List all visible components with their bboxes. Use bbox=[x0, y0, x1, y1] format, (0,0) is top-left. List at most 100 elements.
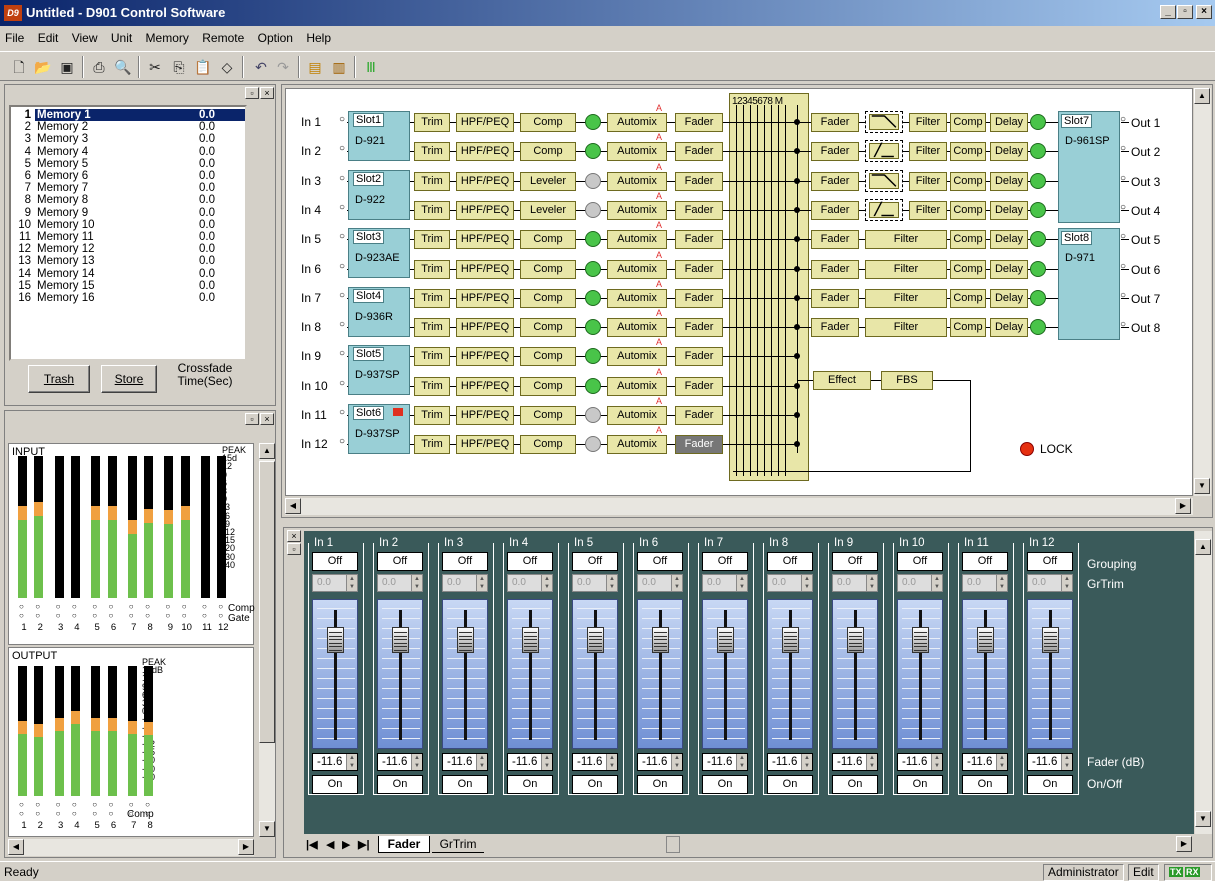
lock-led-icon[interactable] bbox=[1020, 442, 1034, 456]
output-fader-block[interactable]: Fader bbox=[811, 288, 859, 308]
grouping-button[interactable]: Off bbox=[572, 552, 618, 571]
lowpass-icon[interactable]: ⎺╲ bbox=[869, 172, 899, 189]
output-fader-block[interactable]: Fader bbox=[811, 113, 859, 132]
fader-db-spinbox[interactable]: -11.6 ▲ ▼ bbox=[962, 753, 1008, 771]
automix-block[interactable]: Automix bbox=[607, 318, 667, 338]
grtrim-spinbox[interactable]: 0.0 ▲ ▼ bbox=[377, 574, 423, 592]
scroll-right-icon[interactable]: ▶ bbox=[238, 839, 254, 855]
comp-block[interactable]: Comp bbox=[520, 113, 576, 132]
spin-arrows-icon[interactable]: ▲ ▼ bbox=[346, 575, 357, 591]
input-fader-block[interactable]: Fader bbox=[675, 318, 723, 338]
comp-block[interactable]: Comp bbox=[520, 347, 576, 367]
tab-nav-prev-icon[interactable]: ◀ bbox=[326, 838, 334, 851]
grouping-button[interactable]: Off bbox=[832, 552, 878, 571]
on-off-button[interactable]: On bbox=[572, 775, 618, 794]
hpf-peq-block[interactable]: HPF/PEQ bbox=[456, 230, 514, 250]
on-off-button[interactable]: On bbox=[1027, 775, 1073, 794]
gate-indicator-icon[interactable] bbox=[585, 319, 601, 336]
output-fader-block[interactable]: Fader bbox=[811, 200, 859, 220]
automix-block[interactable]: Automix bbox=[607, 406, 667, 425]
input-slot-card[interactable]: Slot6 D-937SP bbox=[348, 404, 410, 454]
scroll-right-icon[interactable]: ▶ bbox=[1175, 498, 1191, 514]
spin-arrows-icon[interactable]: ▲ ▼ bbox=[476, 575, 487, 591]
automix-block[interactable]: Automix bbox=[607, 142, 667, 162]
grtrim-spinbox[interactable]: 0.0 ▲ ▼ bbox=[832, 574, 878, 592]
grtrim-spinbox[interactable]: 0.0 ▲ ▼ bbox=[312, 574, 358, 592]
grtrim-spinbox[interactable]: 0.0 ▲ ▼ bbox=[702, 574, 748, 592]
output-indicator-icon[interactable] bbox=[1030, 201, 1046, 218]
output-filter-block[interactable]: Filter bbox=[909, 171, 947, 191]
hpf-peq-block[interactable]: HPF/PEQ bbox=[456, 259, 514, 279]
output-comp-block[interactable]: Comp bbox=[950, 113, 986, 132]
hpf-peq-block[interactable]: HPF/PEQ bbox=[456, 142, 514, 162]
hpf-peq-block[interactable]: HPF/PEQ bbox=[456, 406, 514, 425]
tab-nav-first-icon[interactable]: |◀ bbox=[306, 838, 318, 851]
grtrim-spinbox[interactable]: 0.0 ▲ ▼ bbox=[897, 574, 943, 592]
fader-track[interactable] bbox=[312, 599, 358, 749]
output-comp-block[interactable]: Comp bbox=[950, 230, 986, 250]
automix-block[interactable]: Automix bbox=[607, 259, 667, 279]
output-delay-block[interactable]: Delay bbox=[990, 171, 1028, 191]
fader-knob[interactable] bbox=[782, 627, 799, 653]
close-icon[interactable]: × bbox=[287, 530, 301, 542]
on-off-button[interactable]: On bbox=[507, 775, 553, 794]
trim-block[interactable]: Trim bbox=[414, 406, 450, 425]
grtrim-spinbox[interactable]: 0.0 ▲ ▼ bbox=[767, 574, 813, 592]
output-filter-block[interactable]: Filter bbox=[909, 142, 947, 162]
output-comp-block[interactable]: Comp bbox=[950, 318, 986, 338]
hpf-peq-block[interactable]: HPF/PEQ bbox=[456, 435, 514, 455]
grouping-button[interactable]: Off bbox=[442, 552, 488, 571]
input-fader-block[interactable]: Fader bbox=[675, 288, 723, 308]
input-slot-card[interactable]: Slot2 D-922 bbox=[348, 169, 410, 220]
tab-fader[interactable]: Fader bbox=[378, 836, 430, 853]
scroll-left-icon[interactable]: ◀ bbox=[285, 498, 301, 514]
fader-db-spinbox[interactable]: -11.6 ▲ ▼ bbox=[637, 753, 683, 771]
fader-db-spinbox[interactable]: -11.6 ▲ ▼ bbox=[702, 753, 748, 771]
input-fader-block[interactable]: Fader bbox=[675, 347, 723, 367]
output-slot-card[interactable]: Slot7 D-961SP bbox=[1058, 111, 1120, 223]
output-delay-block[interactable]: Delay bbox=[990, 288, 1028, 308]
fader-db-spinbox[interactable]: -11.6 ▲ ▼ bbox=[377, 753, 423, 771]
trim-block[interactable]: Trim bbox=[414, 171, 450, 191]
scroll-down-icon[interactable]: ▼ bbox=[1195, 811, 1211, 827]
fbs-block[interactable]: FBS bbox=[881, 370, 933, 390]
spin-arrows-icon[interactable]: ▲ ▼ bbox=[541, 575, 552, 591]
fader-knob[interactable] bbox=[1042, 627, 1059, 653]
input-slot-card[interactable]: Slot5 D-937SP bbox=[348, 345, 410, 396]
fader-knob[interactable] bbox=[457, 627, 474, 653]
automix-block[interactable]: Automix bbox=[607, 376, 667, 396]
fader-db-spinbox[interactable]: -11.6 ▲ ▼ bbox=[312, 753, 358, 771]
gate-indicator-icon[interactable] bbox=[585, 201, 601, 218]
spin-arrows-icon[interactable]: ▲ ▼ bbox=[931, 754, 942, 770]
input-fader-block[interactable]: Fader bbox=[675, 406, 723, 425]
grouping-button[interactable]: Off bbox=[312, 552, 358, 571]
spin-arrows-icon[interactable]: ▲ ▼ bbox=[866, 575, 877, 591]
output-filter-block[interactable]: Filter bbox=[909, 113, 947, 132]
trim-block[interactable]: Trim bbox=[414, 142, 450, 162]
spin-arrows-icon[interactable]: ▲ ▼ bbox=[736, 575, 747, 591]
on-off-button[interactable]: On bbox=[637, 775, 683, 794]
grtrim-spinbox[interactable]: 0.0 ▲ ▼ bbox=[572, 574, 618, 592]
spin-arrows-icon[interactable]: ▲ ▼ bbox=[671, 754, 682, 770]
comp-block[interactable]: Comp bbox=[520, 142, 576, 162]
fader-knob[interactable] bbox=[522, 627, 539, 653]
comp-block[interactable]: Comp bbox=[520, 259, 576, 279]
trim-block[interactable]: Trim bbox=[414, 113, 450, 132]
comp-block[interactable]: Comp bbox=[520, 376, 576, 396]
hpf-peq-block[interactable]: HPF/PEQ bbox=[456, 318, 514, 338]
output-delay-block[interactable]: Delay bbox=[990, 200, 1028, 220]
fader-db-spinbox[interactable]: -11.6 ▲ ▼ bbox=[767, 753, 813, 771]
output-indicator-icon[interactable] bbox=[1030, 289, 1046, 306]
gate-indicator-icon[interactable] bbox=[585, 260, 601, 277]
diagram-hscroll[interactable]: ◀ ▶ bbox=[285, 498, 1193, 515]
diagram-vscroll[interactable]: ▲ ▼ bbox=[1194, 88, 1211, 496]
meter-vscroll[interactable]: ▲ ▼ bbox=[259, 443, 275, 837]
lowpass-icon[interactable]: ⎺╲ bbox=[869, 114, 899, 130]
hpf-peq-block[interactable]: HPF/PEQ bbox=[456, 200, 514, 220]
fader-track[interactable] bbox=[572, 599, 618, 749]
input-fader-block[interactable]: Fader bbox=[675, 230, 723, 250]
output-indicator-icon[interactable] bbox=[1030, 143, 1046, 160]
comp-block[interactable]: Comp bbox=[520, 288, 576, 308]
effect-block[interactable]: Effect bbox=[813, 370, 871, 390]
output-fader-block[interactable]: Fader bbox=[811, 142, 859, 162]
